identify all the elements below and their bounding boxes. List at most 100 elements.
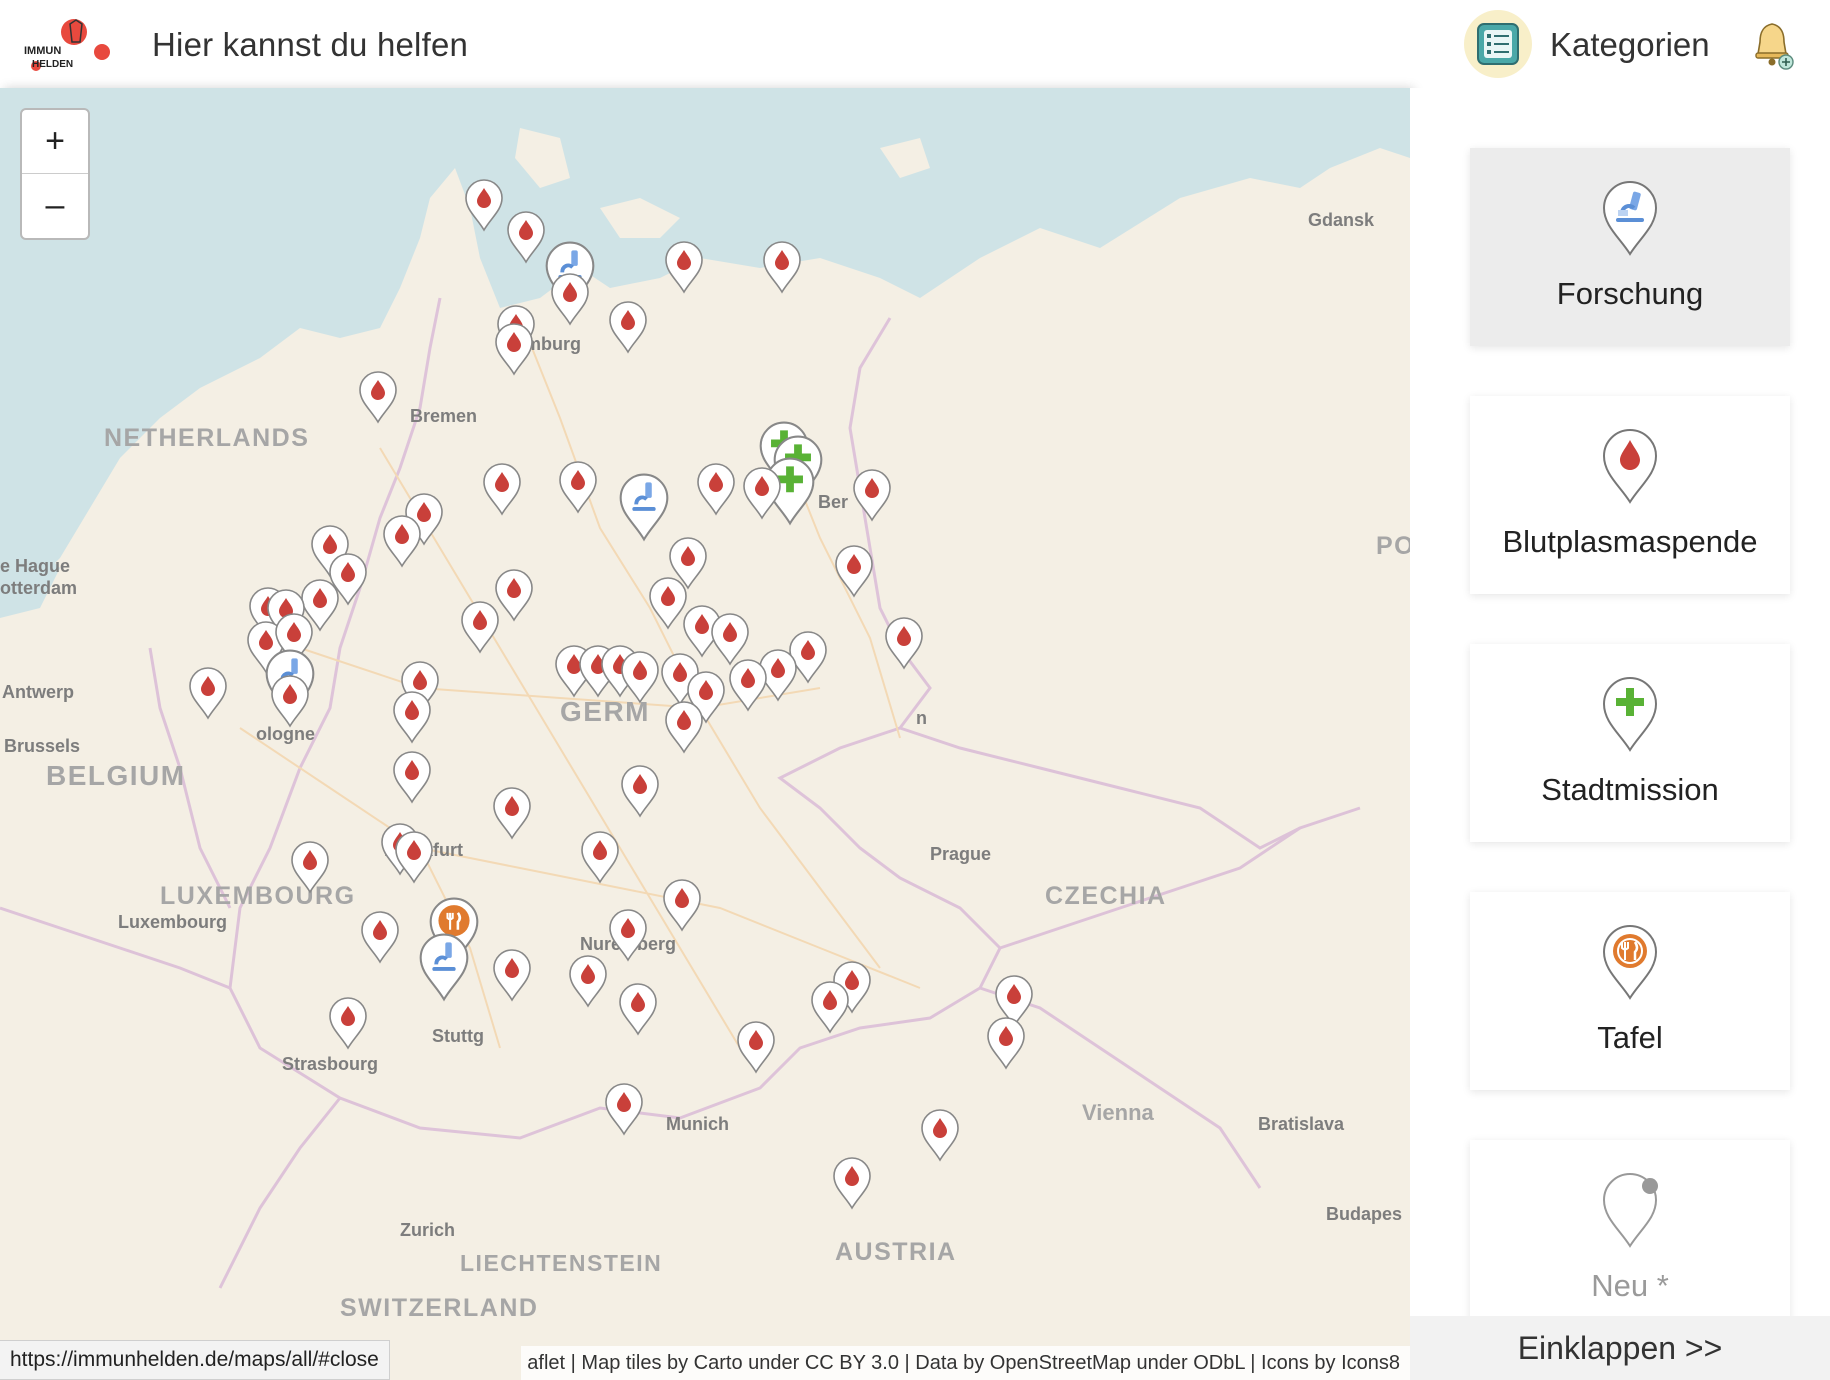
blood-drop-marker[interactable] xyxy=(328,996,368,1050)
blood-drop-marker[interactable] xyxy=(920,1108,960,1162)
country-label: LIECHTENSTEIN xyxy=(460,1250,663,1276)
blood-drop-marker[interactable] xyxy=(832,1156,872,1210)
blood-drop-marker[interactable] xyxy=(392,750,432,804)
blood-drop-marker[interactable] xyxy=(696,462,736,516)
categories-label[interactable]: Kategorien xyxy=(1550,26,1710,64)
page-title: Hier kannst du helfen xyxy=(152,26,469,63)
country-label: CZECHIA xyxy=(1045,882,1167,910)
city-label: e Hague xyxy=(0,556,71,576)
country-label: NETHERLANDS xyxy=(104,424,310,452)
category-label: Forschung xyxy=(1556,276,1704,311)
blood-drop-marker[interactable] xyxy=(464,178,504,232)
blood-drop-marker[interactable] xyxy=(358,370,398,424)
blood-drop-marker[interactable] xyxy=(742,466,782,520)
category-card-blutplasmaspende[interactable]: Blutplasmaspende xyxy=(1470,396,1790,594)
category-card-tafel[interactable]: Tafel xyxy=(1470,892,1790,1090)
microscope-marker[interactable] xyxy=(618,472,670,542)
city-label: Antwerp xyxy=(2,682,74,702)
blood-drop-marker[interactable] xyxy=(558,460,598,514)
blood-drop-marker[interactable] xyxy=(736,1020,776,1074)
city-label: Vienna xyxy=(1082,1100,1154,1125)
blood-drop-marker[interactable] xyxy=(492,786,532,840)
blood-drop-marker[interactable] xyxy=(382,514,422,568)
blood-drop-marker[interactable] xyxy=(620,764,660,818)
blood-drop-marker[interactable] xyxy=(580,830,620,884)
collapse-sidebar-button[interactable]: Einklappen >> xyxy=(1410,1316,1830,1380)
country-label: SWITZERLAND xyxy=(340,1294,539,1322)
blood-drop-marker[interactable] xyxy=(492,948,532,1002)
city-label: Budapes xyxy=(1326,1204,1403,1224)
zoom-out-button[interactable]: – xyxy=(22,174,88,237)
category-card-forschung[interactable]: Forschung xyxy=(1470,148,1790,346)
map-attribution[interactable]: aflet | Map tiles by Carto under CC BY 3… xyxy=(521,1346,1410,1380)
category-sidebar: Forschung Blutplasmaspende Stadtmission xyxy=(1410,88,1830,1380)
city-label: Stuttg xyxy=(432,1026,484,1046)
blood-drop-marker[interactable] xyxy=(394,830,434,884)
map-tiles xyxy=(0,88,1410,1380)
microscope-marker[interactable] xyxy=(418,932,470,1002)
blood-drop-marker[interactable] xyxy=(620,650,660,704)
app-header: IMMUN HELDEN Hier kannst du helfen Kateg… xyxy=(0,0,1830,88)
category-card-stadtmission[interactable]: Stadtmission xyxy=(1470,644,1790,842)
city-label: Prague xyxy=(930,844,992,864)
blood-drop-marker[interactable] xyxy=(608,908,648,962)
blood-drop-marker[interactable] xyxy=(986,1016,1026,1070)
city-label: Gdansk xyxy=(1308,210,1375,230)
city-label: Luxembourg xyxy=(118,912,228,932)
map-view[interactable]: NETHERLANDS BELGIUM LUXEMBOURG GERM CZEC… xyxy=(0,88,1410,1380)
status-bar-url: https://immunhelden.de/maps/all/#close xyxy=(0,1340,390,1380)
blood-drop-marker[interactable] xyxy=(506,210,546,264)
blood-drop-marker[interactable] xyxy=(618,982,658,1036)
city-label: Brussels xyxy=(4,736,81,756)
blood-drop-marker[interactable] xyxy=(494,568,534,622)
blood-drop-marker[interactable] xyxy=(810,980,850,1034)
green-cross-icon xyxy=(1600,674,1660,754)
blood-drop-marker[interactable] xyxy=(568,954,608,1008)
blood-drop-marker[interactable] xyxy=(662,878,702,932)
city-label: Bremen xyxy=(410,406,478,426)
new-marker-icon xyxy=(1600,1170,1660,1250)
microscope-icon xyxy=(1600,178,1660,258)
blood-drop-marker[interactable] xyxy=(290,840,330,894)
list-menu-icon[interactable] xyxy=(1464,10,1532,78)
blood-drop-marker[interactable] xyxy=(834,544,874,598)
blood-drop-icon xyxy=(1600,426,1660,506)
bell-add-icon[interactable] xyxy=(1748,18,1798,70)
country-label: BELGIUM xyxy=(46,760,186,791)
zoom-control: + – xyxy=(20,108,90,240)
blood-drop-marker[interactable] xyxy=(360,910,400,964)
city-label: Munich xyxy=(666,1114,729,1134)
blood-drop-marker[interactable] xyxy=(728,658,768,712)
blood-drop-marker[interactable] xyxy=(494,322,534,376)
blood-drop-marker[interactable] xyxy=(762,240,802,294)
city-label: Bratislava xyxy=(1258,1114,1345,1134)
category-label: Tafel xyxy=(1597,1020,1663,1055)
city-label: Zurich xyxy=(400,1220,456,1240)
blood-drop-marker[interactable] xyxy=(482,462,522,516)
blood-drop-marker[interactable] xyxy=(664,240,704,294)
country-label: PO xyxy=(1376,532,1410,560)
blood-drop-marker[interactable] xyxy=(460,600,500,654)
immunhelden-logo[interactable]: IMMUN HELDEN xyxy=(22,16,116,74)
zoom-in-button[interactable]: + xyxy=(22,110,88,174)
blood-drop-marker[interactable] xyxy=(852,468,892,522)
category-label: Neu * xyxy=(1591,1268,1669,1303)
category-label: Stadtmission xyxy=(1541,772,1719,807)
blood-drop-marker[interactable] xyxy=(608,300,648,354)
blood-drop-marker[interactable] xyxy=(884,616,924,670)
svg-text:HELDEN: HELDEN xyxy=(32,59,73,70)
city-label: n xyxy=(916,708,927,728)
svg-text:IMMUN: IMMUN xyxy=(24,45,61,57)
blood-drop-marker[interactable] xyxy=(604,1082,644,1136)
blood-drop-marker[interactable] xyxy=(270,674,310,728)
city-label: Strasbourg xyxy=(282,1054,379,1074)
blood-drop-marker[interactable] xyxy=(550,272,590,326)
city-label: otterdam xyxy=(0,578,78,598)
category-card-neu[interactable]: Neu * xyxy=(1470,1140,1790,1338)
country-label: AUSTRIA xyxy=(835,1238,957,1266)
category-label: Blutplasmaspende xyxy=(1502,524,1758,559)
blood-drop-marker[interactable] xyxy=(188,666,228,720)
cutlery-icon xyxy=(1600,922,1660,1002)
blood-drop-marker[interactable] xyxy=(664,700,704,754)
blood-drop-marker[interactable] xyxy=(392,690,432,744)
